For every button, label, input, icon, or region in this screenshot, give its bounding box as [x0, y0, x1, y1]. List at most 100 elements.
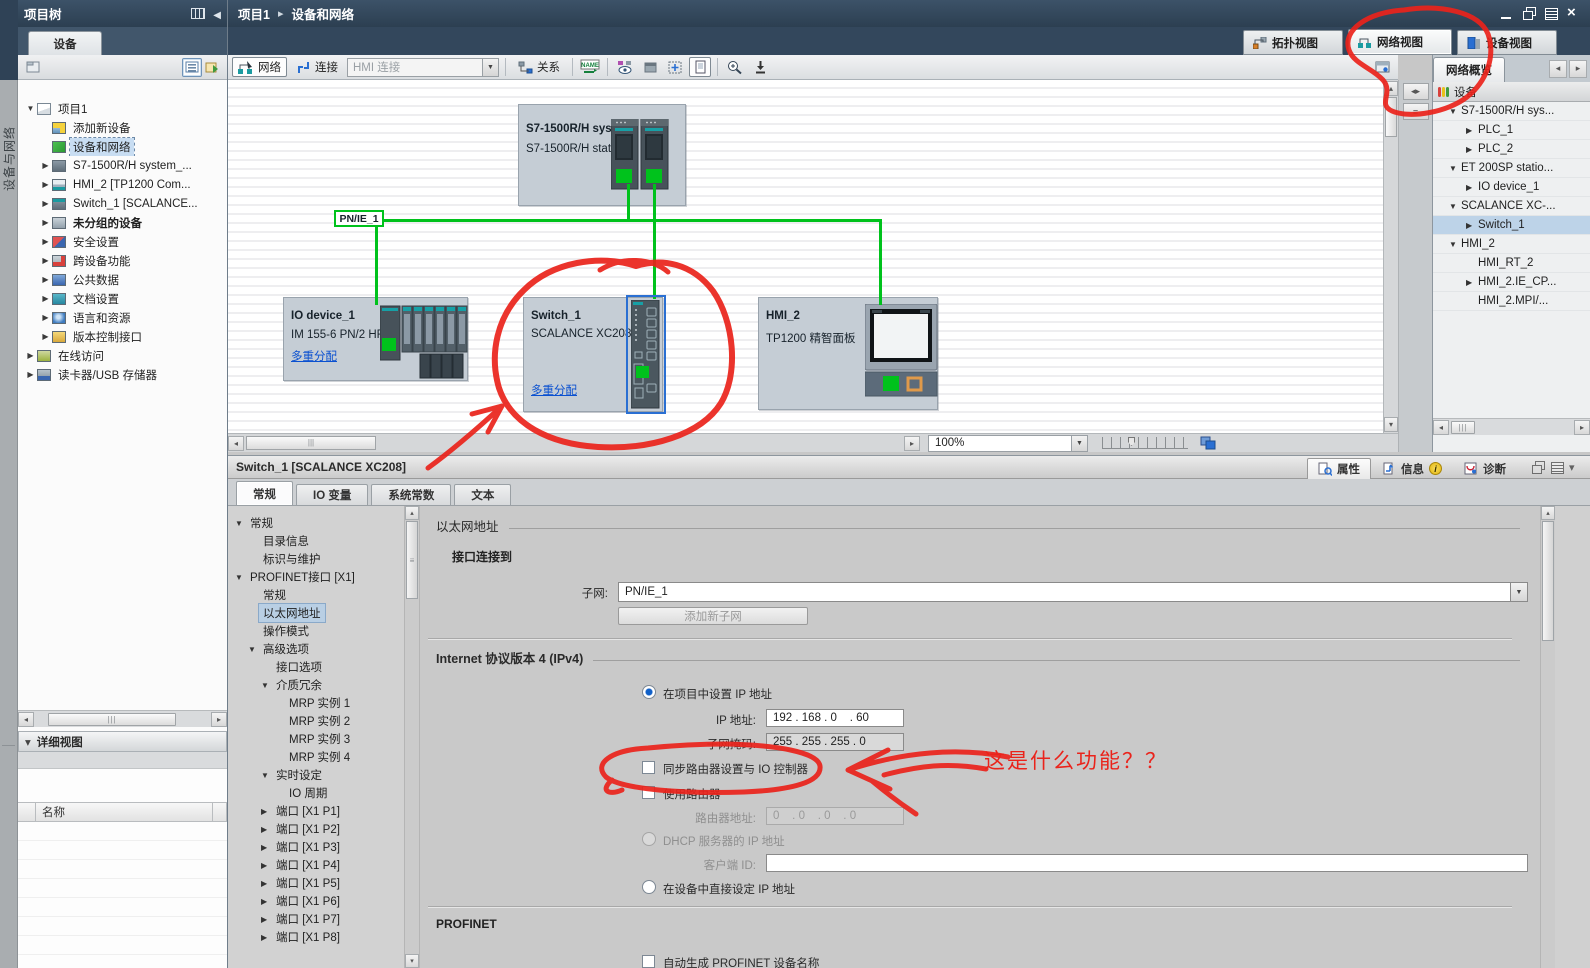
properties-nav-item[interactable]: MRP 实例 3 — [228, 730, 404, 748]
properties-nav-item[interactable]: 标识与维护 — [228, 550, 404, 568]
multiple-assignment-link[interactable]: 多重分配 — [531, 382, 577, 398]
overview-row[interactable]: ▶ HMI_2.IE_CP... — [1433, 273, 1590, 292]
detach-editor-button[interactable] — [1372, 57, 1394, 77]
project-tree-item[interactable]: ▶ 读卡器/USB 存储器 — [18, 365, 227, 384]
router-address-input[interactable] — [766, 807, 904, 825]
expand-arrow-icon[interactable]: ▶ — [39, 199, 52, 208]
ip-address-input[interactable] — [766, 709, 904, 727]
panel-splitter[interactable]: ◂▸ ≡ — [1398, 80, 1432, 452]
properties-nav-item[interactable]: ▶ 端口 [X1 P3] — [228, 838, 404, 856]
expand-arrow-icon[interactable]: ▼ — [235, 519, 246, 528]
subnet-select[interactable]: PN/IE_1 — [618, 582, 1528, 602]
scroll-left-icon[interactable]: ◂ — [1433, 420, 1449, 435]
expand-arrow-icon[interactable]: ▶ — [261, 843, 272, 852]
sync-router-checkbox[interactable] — [642, 761, 655, 774]
expand-arrow-icon[interactable]: ▶ — [39, 294, 52, 303]
expand-arrow-icon[interactable]: ▶ — [261, 933, 272, 942]
tab-io-tags[interactable]: IO 变量 — [296, 484, 368, 505]
tab-info[interactable]: 信息 i — [1371, 458, 1453, 479]
hmi-panel-graphic[interactable] — [865, 304, 943, 398]
tab-device-view[interactable]: 设备视图 — [1457, 30, 1557, 55]
project-tree-item[interactable]: 添加新设备 — [18, 118, 227, 137]
set-ip-in-project-radio[interactable] — [642, 685, 656, 699]
overview-row[interactable]: ▼ SCALANCE XC-... — [1433, 197, 1590, 216]
connection-type-select[interactable]: HMI 连接 ▼ — [347, 58, 499, 77]
network-mode-button[interactable]: 网络 — [232, 57, 287, 77]
expand-arrow-icon[interactable]: ▼ — [261, 771, 272, 780]
expand-arrow-icon[interactable]: ▶ — [39, 180, 52, 189]
content-vscrollbar[interactable]: ▴ — [1540, 506, 1555, 968]
overview-row[interactable]: ▶ PLC_2 — [1433, 140, 1590, 159]
assign-device-name-button[interactable]: NAME — [579, 57, 601, 77]
close-button[interactable] — [1565, 7, 1580, 20]
breadcrumb-project[interactable]: 项目1 — [238, 4, 270, 23]
scroll-thumb[interactable]: ≡ — [406, 521, 418, 599]
scroll-up-icon[interactable]: ▴ — [1541, 506, 1555, 520]
overview-row[interactable]: HMI_2.MPI/... — [1433, 292, 1590, 311]
tab-properties[interactable]: 属性 — [1307, 458, 1371, 479]
panes-button[interactable] — [1543, 7, 1558, 20]
sync-view-icon[interactable] — [202, 58, 222, 77]
tab-texts[interactable]: 文本 — [454, 484, 511, 505]
properties-nav-item[interactable]: ▶ 端口 [X1 P8] — [228, 928, 404, 946]
collapse-panel-icon[interactable] — [1569, 461, 1582, 473]
expand-arrow-icon[interactable]: ▶ — [1466, 145, 1478, 154]
connections-mode-button[interactable]: 连接 — [290, 57, 344, 77]
project-tree-item[interactable]: ▶ 公共数据 — [18, 270, 227, 289]
breadcrumb-page[interactable]: 设备和网络 — [291, 4, 354, 23]
scroll-thumb[interactable] — [1542, 521, 1554, 641]
properties-nav-item[interactable]: ▼ 介质冗余 — [228, 676, 404, 694]
chevron-down-icon[interactable] — [23, 735, 37, 749]
properties-nav-item[interactable]: 以太网地址 — [228, 604, 404, 622]
zoom-slider-knob[interactable] — [1128, 437, 1135, 446]
project-tree-item[interactable]: ▼ 项目1 — [18, 99, 227, 118]
tab-general[interactable]: 常规 — [236, 481, 293, 505]
expand-arrow-icon[interactable]: ▼ — [24, 104, 37, 113]
nav-vscrollbar[interactable]: ▴ ≡ ▾ — [405, 506, 420, 968]
expand-arrow-icon[interactable]: ▼ — [261, 681, 272, 690]
expand-arrow-icon[interactable]: ▼ — [248, 645, 259, 654]
s7-plc-graphic[interactable] — [611, 119, 671, 191]
scroll-right-icon[interactable]: ▸ — [211, 712, 227, 727]
use-router-checkbox[interactable] — [642, 786, 655, 799]
tab-devices[interactable]: 设备 — [28, 31, 102, 55]
overview-row[interactable]: HMI_RT_2 — [1433, 254, 1590, 273]
tab-topology-view[interactable]: 拓扑视图 — [1243, 30, 1343, 55]
expand-arrow-icon[interactable]: ▼ — [1449, 107, 1461, 116]
expand-arrow-icon[interactable]: ▼ — [235, 573, 246, 582]
collapse-panel-icon[interactable] — [213, 7, 221, 21]
dhcp-radio[interactable] — [642, 832, 656, 846]
minimize-button[interactable] — [1499, 7, 1514, 20]
overview-row[interactable]: ▼ HMI_2 — [1433, 235, 1590, 254]
expand-arrow-icon[interactable]: ▶ — [39, 275, 52, 284]
save-layout-button[interactable] — [749, 57, 771, 77]
network-canvas[interactable]: S7-1500R/H sys... S7-1500R/H stat... — [228, 80, 1383, 433]
properties-nav-item[interactable]: 常规 — [228, 586, 404, 604]
canvas-vscrollbar[interactable]: ▴ ▾ — [1383, 80, 1398, 433]
collapse-horizontal-icon[interactable]: ◂▸ — [1403, 83, 1429, 100]
tab-network-view[interactable]: 网络视图 — [1348, 29, 1452, 55]
dropdown-arrow-icon[interactable] — [1510, 583, 1527, 601]
properties-nav-item[interactable]: IO 周期 — [228, 784, 404, 802]
properties-nav-item[interactable]: ▶ 端口 [X1 P2] — [228, 820, 404, 838]
expand-arrow-icon[interactable]: ▶ — [1466, 221, 1478, 230]
expand-arrow-icon[interactable]: ▶ — [261, 915, 272, 924]
properties-nav-item[interactable]: 接口选项 — [228, 658, 404, 676]
expand-arrow-icon[interactable]: ▶ — [24, 370, 37, 379]
restore-button[interactable] — [1521, 7, 1536, 20]
expand-arrow-icon[interactable]: ▶ — [1466, 278, 1478, 287]
overview-row[interactable]: ▶ Switch_1 — [1433, 216, 1590, 235]
dropdown-arrow-icon[interactable]: ▼ — [482, 59, 498, 76]
project-tree-hscrollbar[interactable]: ◂ ||| ▸ — [18, 710, 227, 727]
scroll-right-icon[interactable]: ▸ — [904, 436, 920, 451]
scroll-up-icon[interactable]: ▴ — [405, 506, 419, 520]
float-panel-icon[interactable] — [1531, 461, 1544, 473]
detail-view-header[interactable]: 详细视图 — [18, 731, 227, 752]
properties-nav-item[interactable]: ▶ 端口 [X1 P7] — [228, 910, 404, 928]
scroll-left-icon[interactable]: ◂ — [228, 436, 244, 451]
expand-arrow-icon[interactable]: ▶ — [39, 332, 52, 341]
panel-menu-icon[interactable] — [1550, 461, 1563, 473]
client-id-input[interactable] — [766, 854, 1528, 872]
overview-row[interactable]: ▶ IO device_1 — [1433, 178, 1590, 197]
overview-row[interactable]: ▶ PLC_1 — [1433, 121, 1590, 140]
